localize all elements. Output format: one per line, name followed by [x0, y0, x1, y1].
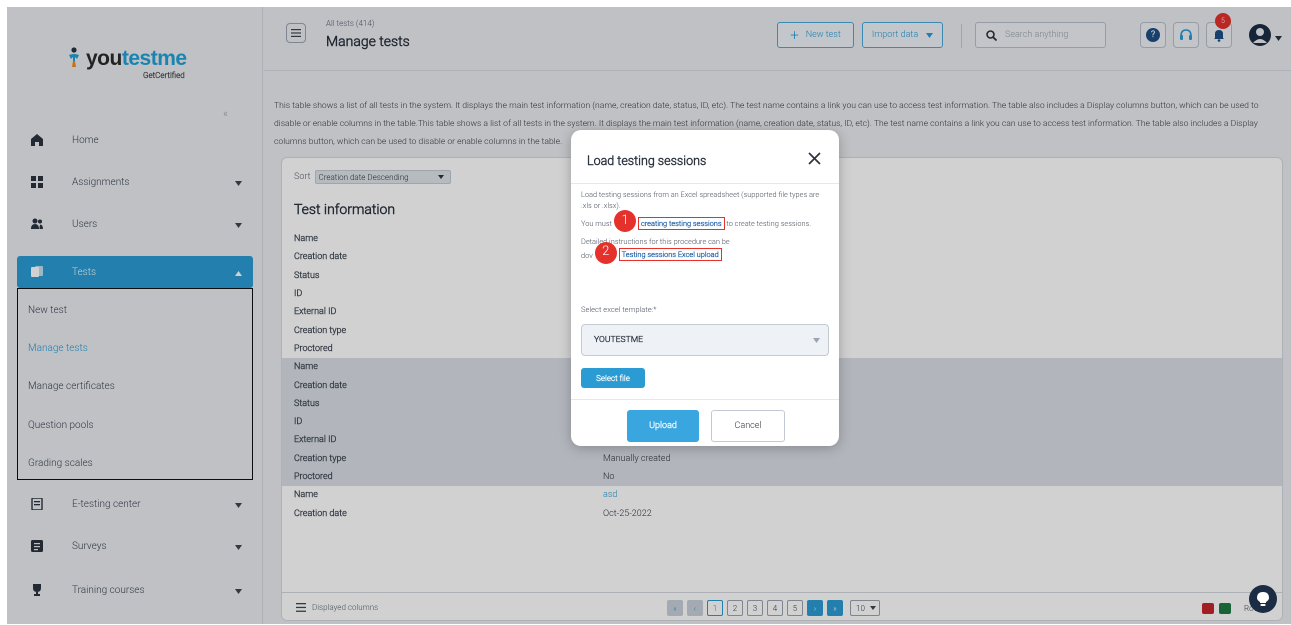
close-icon: [808, 152, 821, 165]
dialog-title: Load testing sessions: [587, 154, 707, 169]
step-1-marker: 1: [613, 210, 636, 232]
template-label: Select excel template:*: [581, 305, 657, 314]
page-root: youtestme GetCertified « Home Assignment…: [0, 0, 1291, 625]
step-2-marker: 2: [594, 241, 617, 264]
template-value: YOUTESTME: [594, 335, 644, 345]
intro-text: Load testing sessions from an Excel spre…: [581, 190, 820, 210]
must-text: You must 1 creating testing sessions to cr…: [581, 210, 831, 232]
testing-sessions-excel-upload-link[interactable]: Testing sessions Excel upload: [618, 248, 722, 262]
dialog-body: Load testing sessions from an Excel spre…: [581, 190, 831, 269]
upload-button[interactable]: Upload: [627, 410, 699, 442]
close-button[interactable]: [808, 152, 822, 166]
cancel-button[interactable]: Cancel: [711, 410, 785, 442]
dialog-divider: [571, 183, 839, 184]
dialog-footer-divider: [571, 399, 839, 400]
load-testing-sessions-dialog: Load testing sessions Load testing sessi…: [571, 130, 839, 446]
creating-testing-sessions-link[interactable]: creating testing sessions: [637, 216, 725, 230]
detail-text: Detailed instructions for this procedure…: [581, 237, 831, 264]
excel-template-select[interactable]: YOUTESTME: [581, 324, 829, 356]
chevron-down-icon: [813, 338, 820, 343]
app-frame: youtestme GetCertified « Home Assignment…: [7, 7, 1291, 624]
help-chat-button[interactable]: [1249, 585, 1277, 613]
lightbulb-icon: [1257, 592, 1269, 606]
select-file-button[interactable]: Select file: [581, 368, 645, 388]
